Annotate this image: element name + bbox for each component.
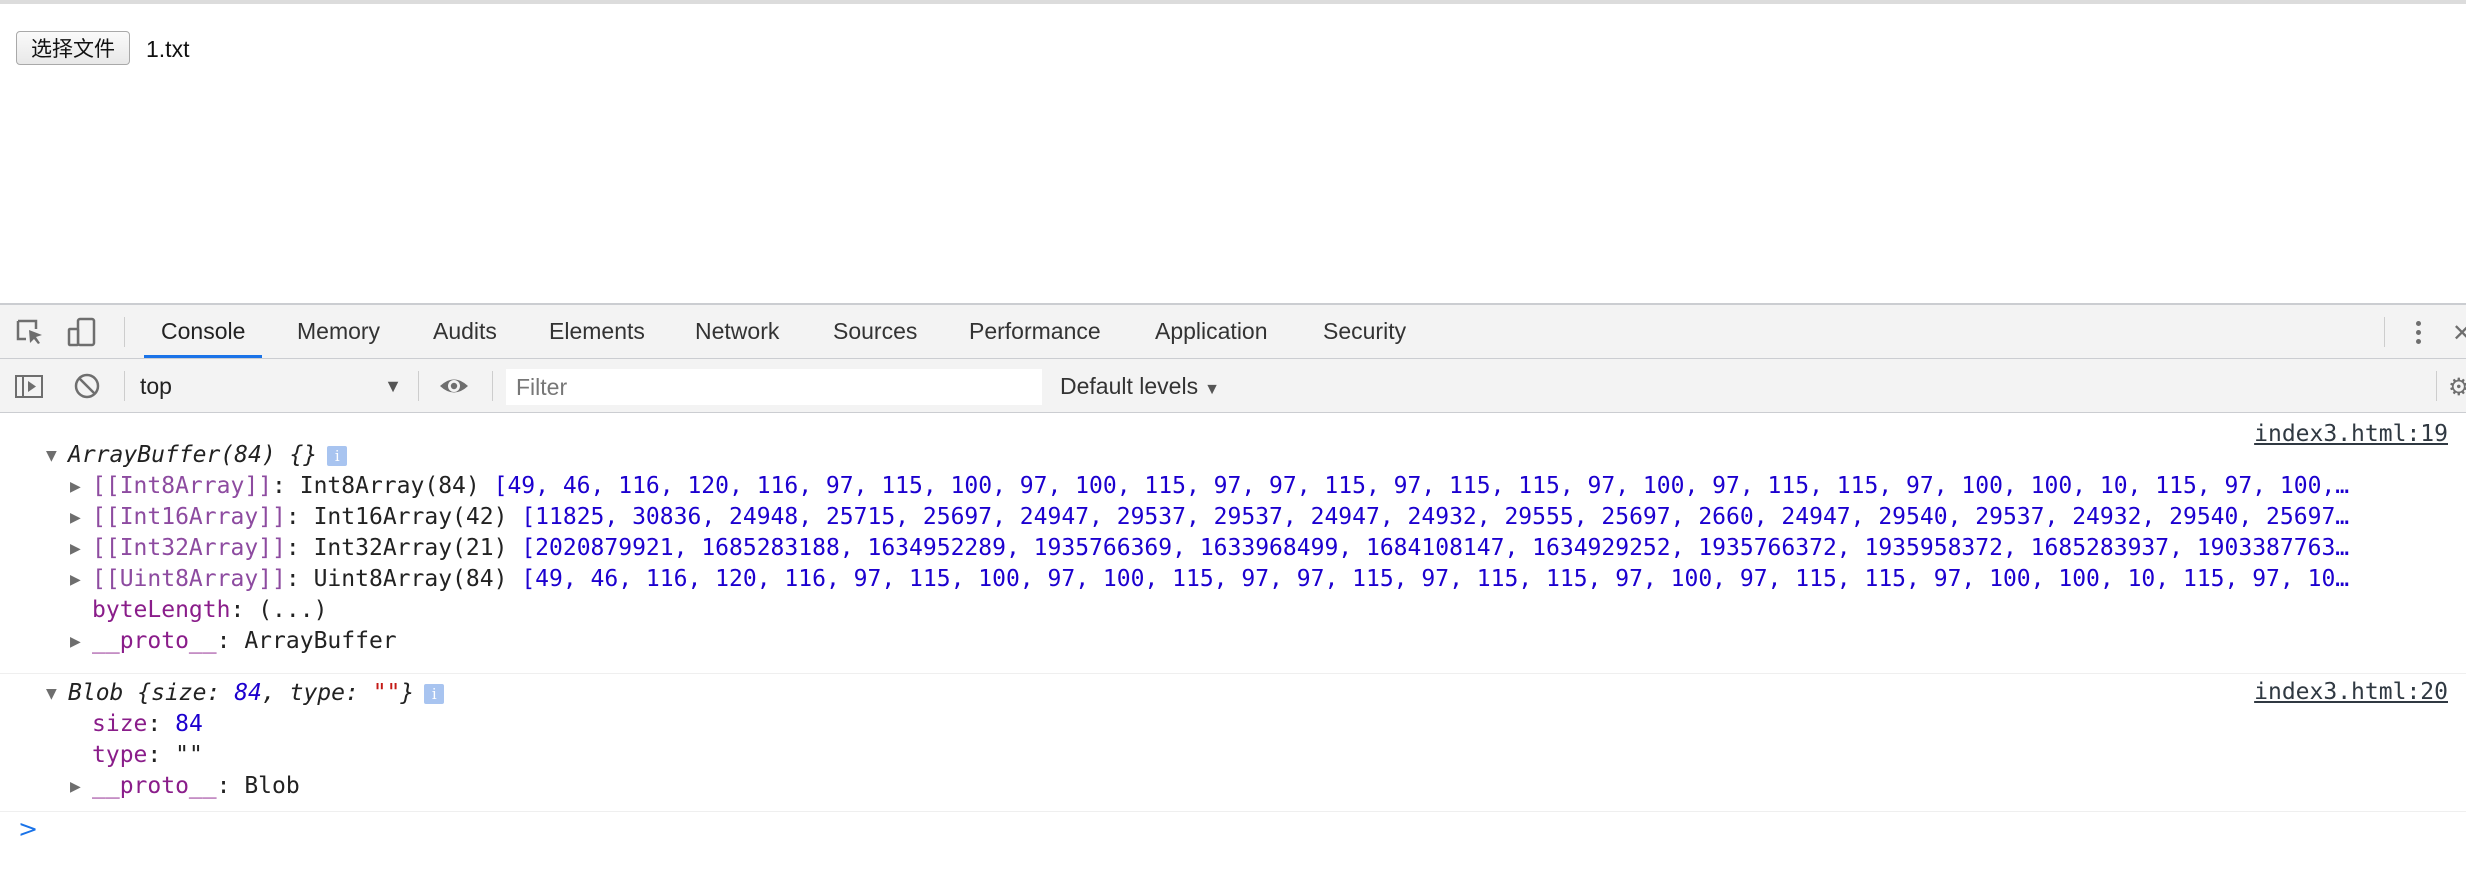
object-header[interactable]: ▼ ArrayBuffer(84) {} i (46, 439, 348, 471)
console-toolbar: top ▼ Default levels ▼ ⚙ (0, 359, 2466, 413)
dropdown-arrow-icon: ▼ (1204, 381, 1220, 398)
collapsed-triangle-icon: ▶ (70, 571, 81, 588)
choose-file-button[interactable]: 选择文件 (16, 31, 130, 65)
context-selector[interactable]: top ▼ (140, 369, 408, 403)
property-key: __proto__ (92, 628, 217, 654)
console-settings-icon[interactable]: ⚙ (2448, 373, 2466, 401)
object-header[interactable]: ▼ Blob {size: 84, type: ""} i (46, 677, 445, 709)
device-toolbar-icon[interactable] (66, 317, 98, 347)
property-key: size (92, 711, 148, 737)
property-key: [[Int16Array]] (92, 504, 286, 530)
console-message: index3.html:20 ▼ Blob {size: 84, type: ""… (0, 673, 2466, 812)
tab-audits[interactable]: Audits (433, 305, 497, 358)
collapsed-triangle-icon: ▶ (70, 778, 81, 795)
property-type: Int16Array(42) (313, 504, 508, 530)
log-levels-label: Default levels (1060, 373, 1199, 399)
filter-input[interactable] (506, 369, 1042, 405)
tab-application[interactable]: Application (1155, 305, 1268, 358)
info-icon[interactable]: i (424, 683, 445, 704)
toolbar-divider (124, 371, 125, 401)
property-row[interactable]: ▶ __proto__: ArrayBuffer (70, 625, 397, 657)
collapsed-triangle-icon: ▶ (70, 540, 81, 557)
property-values: [49, 46, 116, 120, 116, 97, 115, 100, 97… (493, 473, 2350, 499)
log-levels-dropdown[interactable]: Default levels ▼ (1060, 369, 1220, 403)
preview-value: 84 (234, 680, 262, 706)
tab-network[interactable]: Network (695, 305, 779, 358)
property-type: Int8Array(84) (299, 473, 480, 499)
property-value: 84 (175, 711, 203, 737)
property-row[interactable]: ▶ [[Uint8Array]]: Uint8Array(84) [49, 46,… (70, 563, 2450, 595)
property-key: type (92, 742, 148, 768)
dropdown-arrow-icon: ▼ (384, 376, 402, 396)
preview-key: size (151, 680, 207, 706)
property-value: "" (175, 742, 203, 768)
source-link[interactable]: index3.html:20 (2254, 679, 2448, 705)
expanded-triangle-icon: ▼ (46, 447, 57, 464)
inspect-element-icon[interactable] (14, 317, 46, 347)
toolbar-divider (2436, 371, 2437, 401)
show-sidebar-icon[interactable] (14, 371, 46, 401)
console-prompt-icon[interactable]: > (18, 815, 38, 843)
devtools-panel: Console Memory Audits Elements Network S… (0, 303, 2466, 874)
property-value: Blob (244, 773, 300, 799)
preview-key: type (289, 680, 345, 706)
expanded-triangle-icon: ▼ (46, 685, 57, 702)
property-row[interactable]: ▶ [[Int8Array]]: Int8Array(84) [49, 46, 1… (70, 470, 2450, 502)
property-key: [[Int32Array]] (92, 535, 286, 561)
collapsed-triangle-icon: ▶ (70, 509, 81, 526)
property-type: Uint8Array(84) (313, 566, 508, 592)
toolbar-divider (492, 371, 493, 401)
property-key: [[Uint8Array]] (92, 566, 286, 592)
property-row[interactable]: ▶ __proto__: Blob (70, 770, 300, 802)
collapsed-triangle-icon: ▶ (70, 633, 81, 650)
property-key: __proto__ (92, 773, 217, 799)
property-value: ArrayBuffer (244, 628, 397, 654)
property-key: byteLength (92, 597, 231, 623)
source-link[interactable]: index3.html:19 (2254, 421, 2448, 447)
tab-memory[interactable]: Memory (297, 305, 380, 358)
property-values: [11825, 30836, 24948, 25715, 25697, 2494… (521, 504, 2350, 530)
console-output: index3.html:19 ▼ ArrayBuffer(84) {} i ▶ [[I… (0, 413, 2466, 874)
property-row: size: 84 (92, 711, 203, 737)
toolbar-divider (2384, 317, 2385, 347)
context-value: top (140, 373, 172, 399)
console-message: index3.html:19 ▼ ArrayBuffer(84) {} i ▶ [[I… (0, 413, 2466, 674)
devtools-tabbar: Console Memory Audits Elements Network S… (0, 305, 2466, 359)
tab-console[interactable]: Console (144, 305, 263, 358)
close-icon[interactable]: ✕ (2452, 319, 2466, 347)
live-expression-eye-icon[interactable] (438, 371, 470, 401)
info-icon[interactable]: i (327, 445, 348, 466)
getter-value[interactable]: (...) (258, 597, 327, 623)
collapsed-triangle-icon: ▶ (70, 478, 81, 495)
clear-console-icon[interactable] (72, 371, 104, 401)
toolbar-divider (124, 317, 125, 347)
toolbar-divider (418, 371, 419, 401)
property-key: [[Int8Array]] (92, 473, 273, 499)
tab-performance[interactable]: Performance (969, 305, 1101, 358)
property-row[interactable]: ▶ [[Int16Array]]: Int16Array(42) [11825, … (70, 501, 2450, 533)
property-type: Int32Array(21) (313, 535, 508, 561)
tab-security[interactable]: Security (1323, 305, 1406, 358)
page-content: 选择文件 1.txt (0, 4, 2466, 304)
tab-elements[interactable]: Elements (549, 305, 645, 358)
property-row[interactable]: ▶ [[Int32Array]]: Int32Array(21) [2020879… (70, 532, 2450, 564)
object-class-name: Blob (68, 680, 124, 706)
more-options-icon[interactable] (2410, 319, 2426, 347)
object-summary: ArrayBuffer(84) {} (68, 442, 318, 468)
selected-file-name: 1.txt (146, 36, 190, 62)
property-row: type: "" (92, 742, 203, 768)
property-row[interactable]: byteLength: (...) (92, 594, 327, 626)
property-values: [49, 46, 116, 120, 116, 97, 115, 100, 97… (521, 566, 2350, 592)
preview-value: "" (372, 680, 401, 706)
tab-sources[interactable]: Sources (833, 305, 917, 358)
property-values: [2020879921, 1685283188, 1634952289, 193… (521, 535, 2350, 561)
